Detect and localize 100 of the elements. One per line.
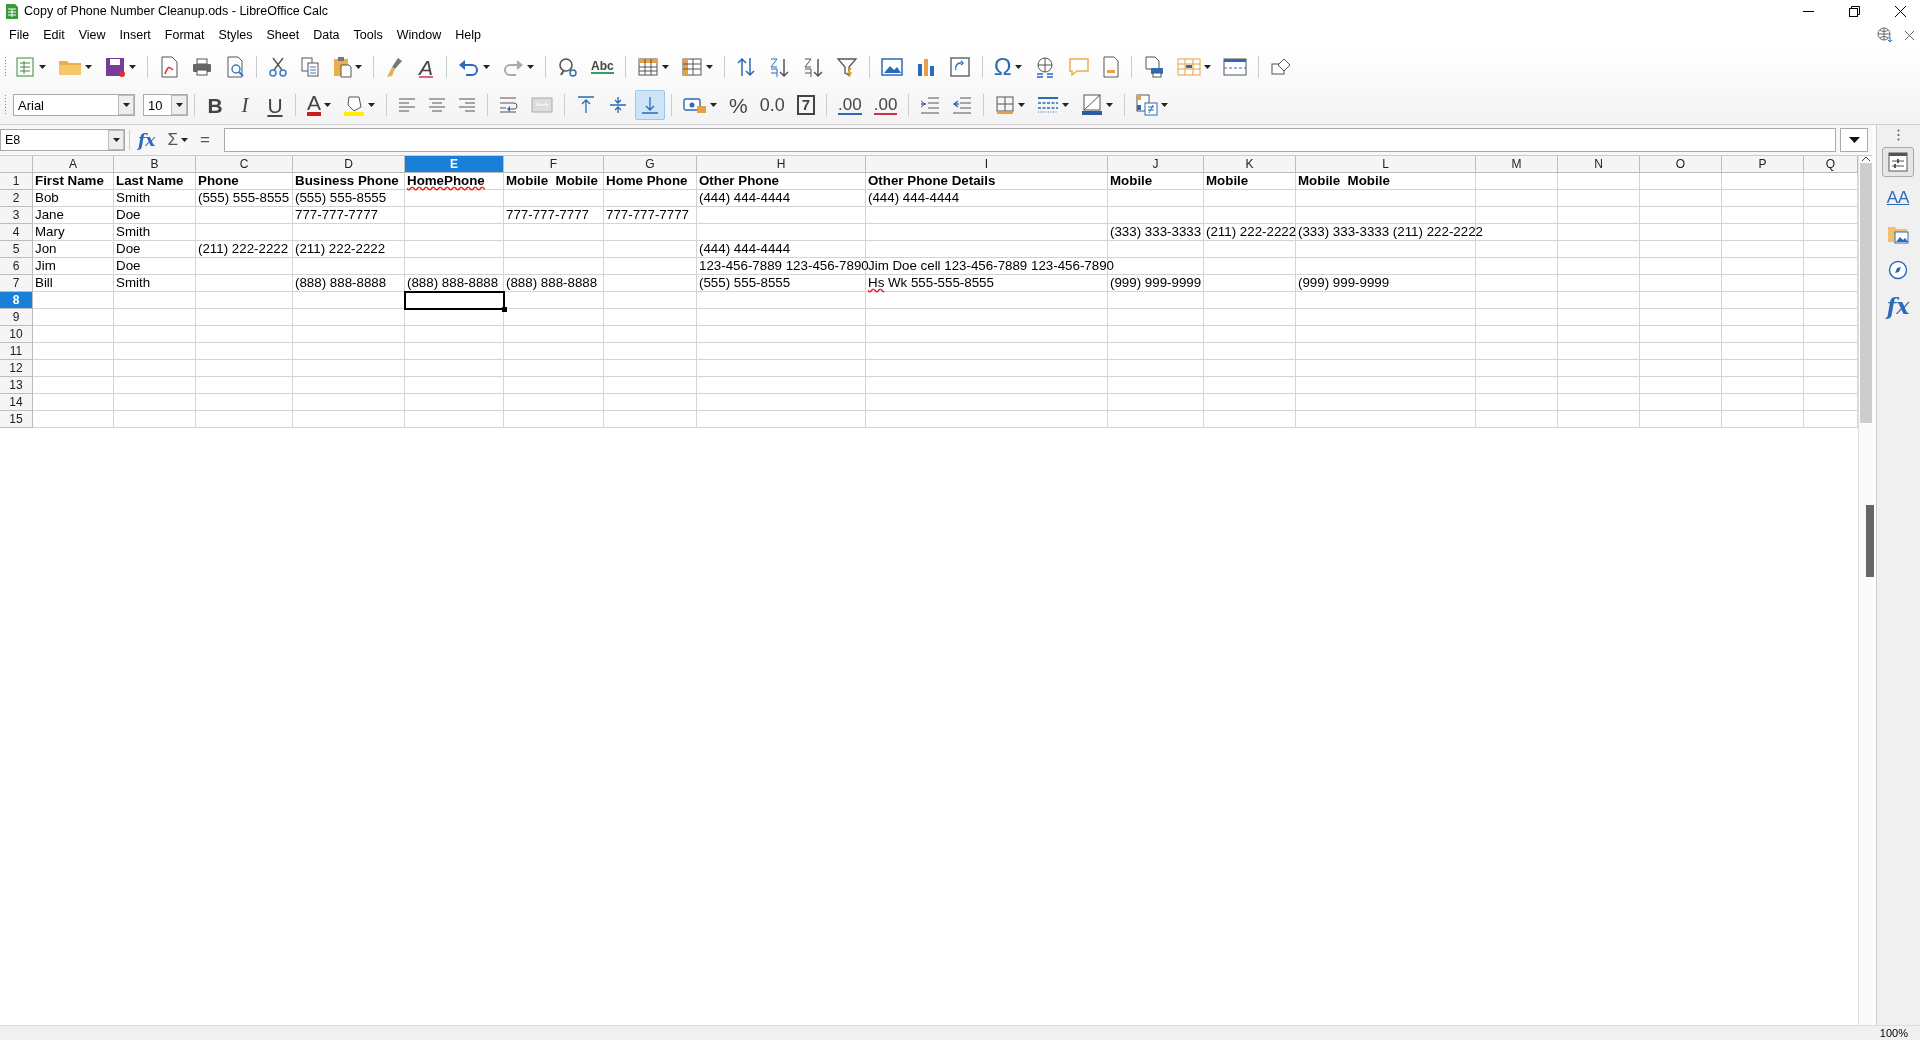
row-header[interactable]: 14	[0, 394, 33, 411]
menu-item[interactable]: Tools	[346, 26, 390, 44]
paintbrush-icon	[385, 56, 405, 78]
column-header[interactable]: I	[866, 156, 1108, 173]
menu-item[interactable]: Window	[389, 26, 449, 44]
table-cell-text: Hs Wk 555-555-8555	[867, 275, 995, 292]
function-wizard-button[interactable]: fx	[134, 130, 160, 150]
column-header[interactable]: N	[1558, 156, 1640, 173]
table-cell-text: (333) 333-3333 (211) 222-2222	[1297, 224, 1483, 241]
border-style-icon	[1037, 95, 1060, 115]
row-header[interactable]: 6	[0, 258, 33, 275]
table-cell-text: Smith	[115, 275, 152, 292]
column-header[interactable]: P	[1722, 156, 1804, 173]
number-format-button[interactable]: 0.0	[754, 90, 790, 120]
menu-item[interactable]: File	[2, 26, 37, 44]
italic-button[interactable]: I	[231, 90, 259, 120]
speech-bubble-icon	[1067, 56, 1090, 78]
column-header[interactable]: A	[33, 156, 114, 173]
column-header[interactable]: G	[604, 156, 697, 173]
table-cell-text: Bill	[34, 275, 54, 292]
expand-formula-button[interactable]	[1840, 128, 1868, 152]
dropdown-button[interactable]	[171, 95, 187, 115]
table-cell-text: (444) 444-4444	[698, 241, 792, 258]
properties-tab[interactable]	[1882, 147, 1914, 177]
close-icon	[1894, 5, 1906, 17]
scrollbar-thumb[interactable]	[1859, 163, 1872, 423]
row-header[interactable]: 15	[0, 411, 33, 428]
menu-item[interactable]: View	[71, 26, 113, 44]
zoom-level[interactable]: 100%	[1879, 1027, 1908, 1039]
pdf-document-icon	[159, 56, 179, 78]
formula-input-field[interactable]	[223, 128, 1836, 152]
caret-icon	[1161, 103, 1169, 107]
special-character-button[interactable]: Ω	[988, 52, 1027, 82]
table-cell-text: (333) 333-3333	[1109, 224, 1203, 241]
name-box[interactable]: E8	[0, 129, 125, 151]
menu-item[interactable]: Format	[157, 26, 212, 44]
menu-item[interactable]: Help	[448, 26, 488, 44]
bold-button[interactable]: B	[201, 90, 229, 120]
menu-item[interactable]: Edit	[36, 26, 72, 44]
row-header[interactable]: 4	[0, 224, 33, 241]
column-header[interactable]: H	[697, 156, 866, 173]
underline-button[interactable]: U	[261, 90, 289, 120]
delete-decimal-button[interactable]: .00	[868, 90, 903, 120]
column-header[interactable]: C	[196, 156, 293, 173]
align-bottom-button[interactable]	[635, 90, 665, 120]
table-cell-text: HomePhone	[406, 173, 486, 190]
clear-formatting-button[interactable]: A	[412, 52, 440, 82]
page-header-icon	[1101, 56, 1120, 78]
column-header[interactable]: O	[1640, 156, 1722, 173]
column-header[interactable]: D	[293, 156, 405, 173]
percent-button[interactable]: %	[724, 90, 753, 120]
column-header[interactable]: F	[504, 156, 604, 173]
dropdown-button[interactable]	[118, 95, 134, 115]
formula-button[interactable]: =	[195, 130, 214, 150]
border-color-icon	[1081, 94, 1104, 116]
sidebar-handle[interactable]	[1866, 505, 1874, 577]
caret-icon	[661, 65, 669, 69]
table-cell-text: Mary	[34, 224, 66, 241]
column-header[interactable]: Q	[1804, 156, 1858, 173]
caret-icon	[129, 65, 136, 69]
row-header[interactable]: 8	[0, 292, 33, 309]
table-cell-text: (555) 555-8555	[698, 275, 792, 292]
row-header[interactable]: 13	[0, 377, 33, 394]
row-header[interactable]: 10	[0, 326, 33, 343]
column-header[interactable]: M	[1476, 156, 1558, 173]
row-header[interactable]: 12	[0, 360, 33, 377]
insert-rows-icon	[636, 57, 659, 77]
caret-icon	[527, 65, 534, 69]
functions-tab[interactable]: fx	[1882, 291, 1914, 321]
spelling-button[interactable]: Abc	[586, 52, 619, 82]
column-header[interactable]: L	[1296, 156, 1476, 173]
row-header[interactable]: 3	[0, 207, 33, 224]
column-header[interactable]: K	[1204, 156, 1296, 173]
row-header[interactable]: 1	[0, 173, 33, 190]
add-decimal-button[interactable]: .00	[833, 90, 867, 120]
table-cell-text: Mobile	[1205, 173, 1250, 190]
font-name-field[interactable]: Arial	[13, 94, 135, 116]
menu-item[interactable]: Styles	[211, 26, 260, 44]
scissors-icon	[268, 56, 288, 78]
column-header[interactable]: B	[114, 156, 196, 173]
column-header[interactable]: J	[1108, 156, 1204, 173]
row-header[interactable]: 5	[0, 241, 33, 258]
date-format-button[interactable]: 7	[791, 90, 821, 120]
menu-item[interactable]: Insert	[112, 26, 158, 44]
row-header[interactable]: 11	[0, 343, 33, 360]
row-header[interactable]: 9	[0, 309, 33, 326]
menu-item[interactable]: Data	[306, 26, 347, 44]
font-size-field[interactable]: 10	[143, 94, 188, 116]
table-cell-text: (555) 555-8555	[197, 190, 291, 207]
sum-button[interactable]: Σ	[163, 130, 192, 150]
column-header[interactable]: E	[405, 156, 504, 173]
row-header[interactable]: 2	[0, 190, 33, 207]
font-color-button[interactable]: A	[302, 90, 336, 120]
menu-item[interactable]: Sheet	[259, 26, 307, 44]
styles-tab[interactable]: AA	[1882, 183, 1914, 213]
table-cell-text: Jon	[34, 241, 58, 258]
dropdown-button[interactable]	[108, 130, 124, 150]
spreadsheet-icon	[14, 56, 36, 78]
row-header[interactable]: 7	[0, 275, 33, 292]
vertical-scrollbar[interactable]	[1858, 156, 1872, 1025]
